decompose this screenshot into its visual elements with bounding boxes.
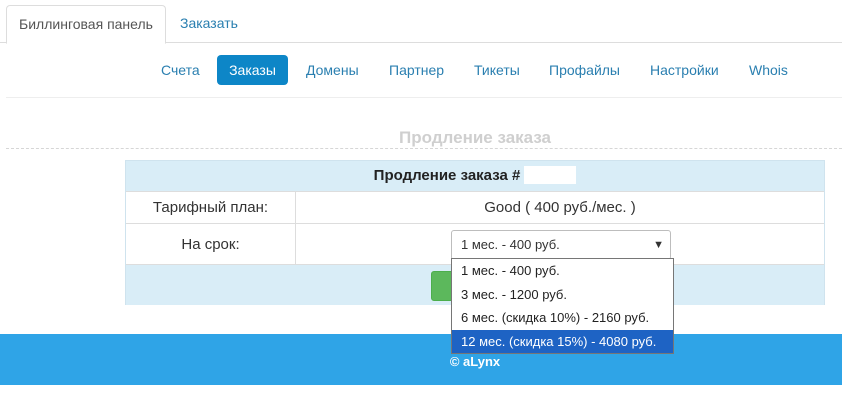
table-row-plan: Тарифный план: Good ( 400 руб./мес. ) <box>126 191 824 223</box>
term-select-value: 1 мес. - 400 руб. <box>461 237 560 252</box>
nav-divider <box>6 97 842 98</box>
footer-copyright: © aLynx <box>449 354 501 369</box>
table-header-row: Продление заказа # <box>126 161 824 191</box>
table-header-title: Продление заказа # <box>373 167 521 184</box>
order-number-redacted <box>524 165 577 184</box>
term-option-12[interactable]: 12 мес. (скидка 15%) - 4080 руб. <box>452 329 673 353</box>
nav-invoices[interactable]: Счета <box>161 55 200 85</box>
nav-settings[interactable]: Настройки <box>650 55 719 85</box>
term-dropdown-list: 1 мес. - 400 руб. 3 мес. - 1200 руб. 6 м… <box>451 258 674 354</box>
plan-value: Good ( 400 руб./мес. ) <box>484 199 636 216</box>
term-label: На срок: <box>126 224 296 264</box>
term-select[interactable]: 1 мес. - 400 руб. ▼ <box>451 230 671 260</box>
section-divider <box>6 148 842 149</box>
top-tab-strip: Биллинговая панель Заказать <box>0 0 842 44</box>
term-option-6[interactable]: 6 мес. (скидка 10%) - 2160 руб. <box>452 306 673 330</box>
nav-domains[interactable]: Домены <box>306 55 359 85</box>
nav-whois[interactable]: Whois <box>749 55 788 85</box>
nav-tickets[interactable]: Тикеты <box>474 55 520 85</box>
term-option-3[interactable]: 3 мес. - 1200 руб. <box>452 283 673 307</box>
tab-billing-panel[interactable]: Биллинговая панель <box>6 5 166 44</box>
nav-partner[interactable]: Партнер <box>389 55 444 85</box>
section-title: Продление заказа <box>398 128 551 147</box>
chevron-down-icon: ▼ <box>653 239 664 251</box>
nav-orders[interactable]: Заказы <box>217 55 288 85</box>
page-footer: © aLynx <box>0 334 842 385</box>
tab-order[interactable]: Заказать <box>168 5 250 43</box>
plan-label: Тарифный план: <box>126 192 296 223</box>
term-option-1[interactable]: 1 мес. - 400 руб. <box>452 259 673 283</box>
nav-profiles[interactable]: Профайлы <box>549 55 620 85</box>
